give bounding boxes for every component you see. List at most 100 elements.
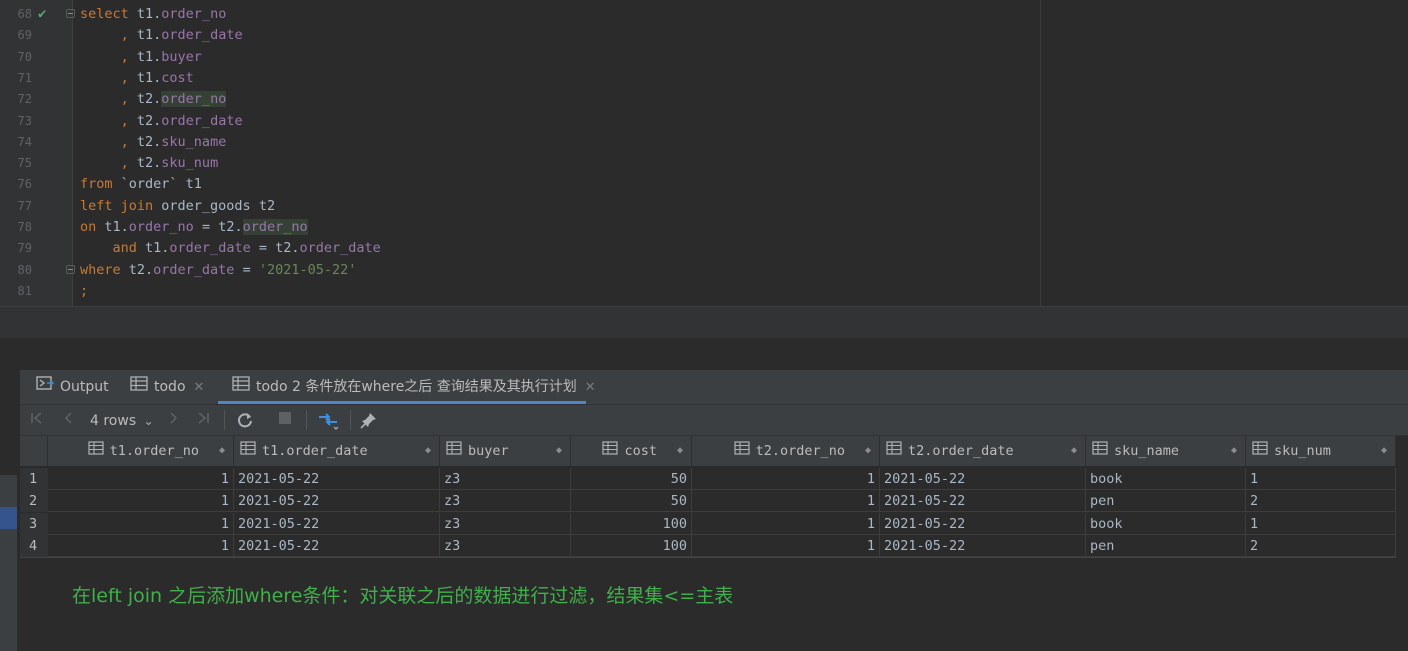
sort-icon[interactable]: ◆ [677,436,683,466]
code-text: , t2.order_no [80,89,227,110]
column-header[interactable]: cost ◆ [571,436,692,466]
column-header[interactable]: t1.order_date ◆ [234,436,440,466]
column-header-label: t2.order_no [755,443,845,459]
column-header[interactable]: t2.order_no ◆ [692,436,880,466]
row-number[interactable]: 2 [20,490,48,512]
table-cell[interactable]: 1 [1246,468,1396,490]
table-cell[interactable]: 1 [48,535,234,557]
code-line[interactable]: 78 on t1.order_no = t2.order_no [0,217,1040,238]
table-cell[interactable]: 1 [1246,513,1396,535]
tab-todo-2[interactable]: todo 2 条件放在where之后 查询结果及其执行计划 ✕ [232,370,596,404]
tab-todo[interactable]: todo ✕ [130,370,204,404]
code-line[interactable]: 77 left join order_goods t2 [0,196,1040,217]
table-cell[interactable]: z3 [440,490,571,512]
code-text: ; [80,281,88,302]
code-line[interactable]: 72 , t2.order_no [0,89,1040,110]
next-page-icon[interactable] [162,405,184,435]
code-line[interactable]: 70 , t1.buyer [0,47,1040,68]
results-tabbar: Output todo ✕ todo 2 条件放在where之后 查询结果及其执行… [20,370,1408,405]
table-cell[interactable]: 1 [692,468,880,490]
tab-output[interactable]: Output [36,370,109,404]
sort-icon[interactable]: ◆ [556,436,562,466]
column-header[interactable]: sku_name ◆ [1086,436,1246,466]
table-cell[interactable]: 2021-05-22 [234,535,440,557]
sort-icon[interactable]: ◆ [865,436,871,466]
table-cell[interactable]: 50 [571,490,692,512]
table-cell[interactable]: z3 [440,513,571,535]
last-page-icon[interactable] [192,405,214,435]
sort-icon[interactable]: ◆ [1381,436,1387,466]
row-number[interactable]: 1 [20,468,48,490]
table-cell[interactable]: 1 [692,490,880,512]
close-icon[interactable]: ✕ [194,380,205,395]
table-row[interactable]: 2 1 2021-05-22 z3 50 1 2021-05-22 pen 2 [20,490,1396,512]
first-page-icon[interactable] [26,405,48,435]
table-cell[interactable]: 1 [692,513,880,535]
table-row[interactable]: 3 1 2021-05-22 z3 100 1 2021-05-22 book 1 [20,513,1396,535]
row-count-dropdown[interactable]: 4 rows ⌄ [90,405,156,435]
table-cell[interactable]: 100 [571,535,692,557]
code-line[interactable]: 79 and t1.order_date = t2.order_date [0,238,1040,259]
sort-icon[interactable]: ◆ [1071,436,1077,466]
table-cell[interactable]: z3 [440,535,571,557]
table-cell[interactable]: 2021-05-22 [880,513,1086,535]
table-row[interactable]: 1 1 2021-05-22 z3 50 1 2021-05-22 book 1 [20,468,1396,490]
fold-toggle-icon[interactable] [66,9,75,18]
sort-icon[interactable]: ◆ [425,436,431,466]
code-line[interactable]: 76 from `order` t1 [0,174,1040,195]
code-line[interactable]: 75 , t2.sku_num [0,153,1040,174]
fold-toggle-icon[interactable] [66,264,75,274]
code-line[interactable]: 69 , t1.order_date [0,25,1040,46]
code-token: t1. [136,240,170,257]
sql-editor[interactable]: 68 ✔ select t1.order_no 69 , t1.order_date 7… [0,0,1408,306]
table-cell[interactable]: 2 [1246,490,1396,512]
table-cell[interactable]: 1 [48,513,234,535]
line-number: 77 [17,198,32,213]
code-text: where t2.order_date = '2021-05-22' [80,260,356,281]
table-cell[interactable]: 2021-05-22 [234,490,440,512]
table-cell[interactable]: 2021-05-22 [234,468,440,490]
stop-icon[interactable] [274,405,296,435]
column-header[interactable]: t1.order_no ◆ [48,436,234,466]
table-cell[interactable]: 1 [692,535,880,557]
code-line[interactable]: 73 , t2.order_date [0,111,1040,132]
prev-page-icon[interactable] [58,405,80,435]
table-cell[interactable]: pen [1086,490,1246,512]
column-header[interactable]: t2.order_date ◆ [880,436,1086,466]
table-cell[interactable]: z3 [440,468,571,490]
code-text: and t1.order_date = t2.order_date [80,238,381,259]
table-cell[interactable]: 2021-05-22 [234,513,440,535]
table-cell[interactable]: 50 [571,468,692,490]
grid-scrollbar[interactable] [1396,436,1408,651]
table-row[interactable]: 4 1 2021-05-22 z3 100 1 2021-05-22 pen 2 [20,535,1396,557]
sort-icon[interactable]: ◆ [219,436,225,466]
table-cell[interactable]: 2021-05-22 [880,468,1086,490]
column-header[interactable]: buyer ◆ [440,436,571,466]
table-cell[interactable]: 2021-05-22 [880,490,1086,512]
table-cell[interactable]: 2 [1246,535,1396,557]
sort-icon[interactable]: ◆ [1231,436,1237,466]
toolbar-separator [350,410,351,430]
table-cell[interactable]: 2021-05-22 [880,535,1086,557]
row-number[interactable]: 3 [20,513,48,535]
row-number[interactable]: 4 [20,535,48,557]
column-header[interactable]: sku_num ◆ [1246,436,1396,466]
table-cell[interactable]: 1 [48,490,234,512]
table-cell[interactable]: book [1086,513,1246,535]
code-line[interactable]: 81; [0,281,1040,302]
close-icon[interactable]: ✕ [585,380,596,395]
code-line[interactable]: 74 , t2.sku_name [0,132,1040,153]
table-cell[interactable]: 100 [571,513,692,535]
code-line[interactable]: 68 ✔ select t1.order_no [0,4,1040,25]
refresh-icon[interactable] [232,405,258,435]
table-cell[interactable]: book [1086,468,1246,490]
table-cell[interactable]: 1 [48,468,234,490]
pin-icon[interactable] [356,405,382,435]
compare-icon[interactable] [314,405,344,435]
code-line[interactable]: 80 where t2.order_date = '2021-05-22' [0,260,1040,281]
table-cell[interactable]: pen [1086,535,1246,557]
code-line[interactable]: 71 , t1.cost [0,68,1040,89]
